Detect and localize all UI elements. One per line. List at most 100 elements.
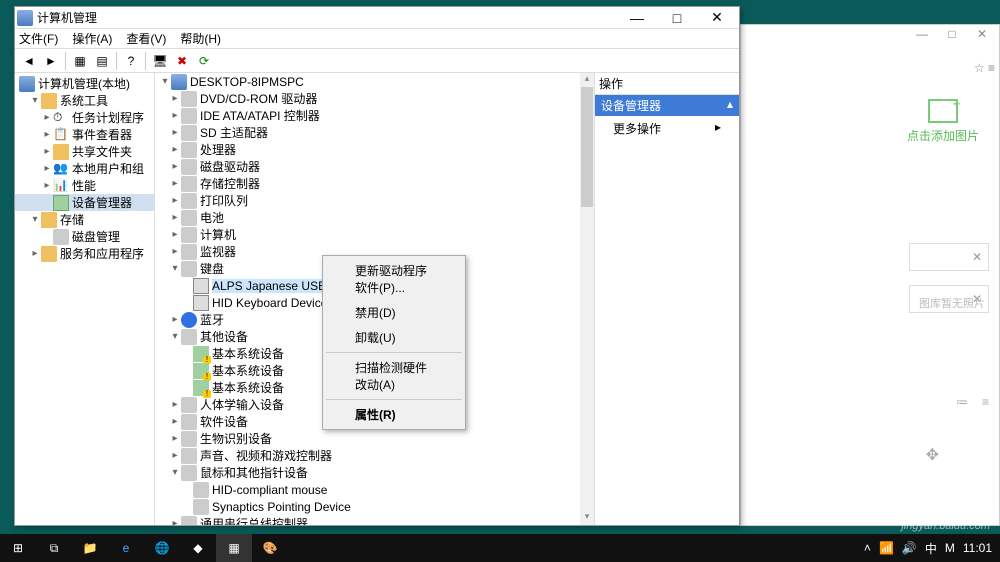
device-category[interactable]: ▸SD 主适配器 [155, 124, 594, 141]
clock[interactable]: 11:01 [963, 541, 992, 555]
browser-close[interactable]: ✕ [967, 27, 997, 45]
folder-icon [41, 93, 57, 109]
ime-chinese-icon[interactable]: 中 [925, 540, 937, 557]
show-hide-tree-button[interactable]: ▦ [70, 51, 90, 71]
ctx-update-driver[interactable]: 更新驱动程序软件(P)... [325, 258, 463, 300]
tree-device-manager[interactable]: 设备管理器 [15, 194, 154, 211]
menu-file[interactable]: 文件(F) [19, 30, 58, 47]
numbered-list-icon[interactable]: ≔ [956, 395, 968, 409]
device-icon [193, 380, 209, 396]
input-field-1[interactable]: ✕ [909, 243, 989, 271]
bullet-list-icon[interactable]: ≡ [982, 395, 989, 409]
device-category[interactable]: ▸IDE ATA/ATAPI 控制器 [155, 107, 594, 124]
ctx-disable[interactable]: 禁用(D) [325, 300, 463, 325]
device-category[interactable]: ▾鼠标和其他指针设备 [155, 464, 594, 481]
ctx-uninstall[interactable]: 卸载(U) [325, 325, 463, 350]
tree-shared-folders[interactable]: ▸共享文件夹 [15, 143, 154, 160]
device-category[interactable]: ▸存储控制器 [155, 175, 594, 192]
device-icon [181, 397, 197, 413]
scan-button[interactable]: 🖥 [150, 51, 170, 71]
clock-icon: ⏱ [53, 110, 69, 126]
device-root[interactable]: ▾DESKTOP-8IPMSPC [155, 73, 594, 90]
device-category[interactable]: ▸处理器 [155, 141, 594, 158]
scroll-down-icon[interactable]: ▾ [580, 511, 594, 525]
tree-performance[interactable]: ▸📊性能 [15, 177, 154, 194]
scroll-up-icon[interactable]: ▴ [580, 73, 594, 87]
chrome-icon[interactable]: 🌐 [144, 534, 180, 562]
actions-header: 操作 [595, 73, 739, 95]
device-icon [181, 312, 197, 328]
submenu-icon: ▸ [715, 120, 721, 137]
browser-window-controls: — □ ✕ [907, 27, 997, 45]
folder-icon [41, 212, 57, 228]
device-mouse[interactable]: Synaptics Pointing Device [155, 498, 594, 515]
watermark: Baidu 经验 jingyan.baidu.com [901, 503, 990, 532]
browser-maximize[interactable]: □ [937, 27, 967, 45]
ctx-properties[interactable]: 属性(R) [325, 402, 463, 427]
device-category[interactable]: ▸DVD/CD-ROM 驱动器 [155, 90, 594, 107]
start-button[interactable]: ⊞ [0, 534, 36, 562]
tree-disk-mgmt[interactable]: 磁盘管理 [15, 228, 154, 245]
actions-selected[interactable]: 设备管理器▴ [595, 95, 739, 116]
system-tray[interactable]: ˄ 📶 🔊 中 M 11:01 [864, 540, 1000, 557]
tree-storage[interactable]: ▾存储 [15, 211, 154, 228]
minimize-button[interactable]: — [617, 7, 657, 29]
taskbar[interactable]: ⊞ ⧉ 📁 e 🌐 ◆ ▦ 🎨 ˄ 📶 🔊 中 M 11:01 [0, 534, 1000, 562]
edge-icon[interactable]: e [108, 534, 144, 562]
device-category[interactable]: ▸通用串行总线控制器 [155, 515, 594, 525]
tray-up-icon[interactable]: ˄ [864, 541, 871, 555]
ime-mode-icon[interactable]: M [945, 541, 955, 555]
help-button[interactable]: ? [121, 51, 141, 71]
refresh-button[interactable]: ⟳ [194, 51, 214, 71]
device-category[interactable]: ▸生物识别设备 [155, 430, 594, 447]
volume-icon[interactable]: 🔊 [902, 541, 917, 555]
mmc-taskbar-icon[interactable]: ▦ [216, 534, 252, 562]
browser-window: — □ ✕ ☆ ≡ 点击添加图片 ✕ ✕ 图库暂无照片 ≔ ≡ ✥ [740, 24, 1000, 526]
device-category[interactable]: ▸电池 [155, 209, 594, 226]
device-category[interactable]: ▸磁盘驱动器 [155, 158, 594, 175]
collapse-icon[interactable]: ▴ [727, 97, 733, 114]
explorer-icon[interactable]: 📁 [72, 534, 108, 562]
menu-help[interactable]: 帮助(H) [180, 30, 221, 47]
device-category[interactable]: ▸计算机 [155, 226, 594, 243]
device-category[interactable]: ▸打印队列 [155, 192, 594, 209]
tree-event-viewer[interactable]: ▸📋事件查看器 [15, 126, 154, 143]
app-icon-1[interactable]: ◆ [180, 534, 216, 562]
properties-button[interactable]: ▤ [92, 51, 112, 71]
back-button[interactable]: ◄ [19, 51, 39, 71]
device-icon [181, 142, 197, 158]
menu-action[interactable]: 操作(A) [72, 30, 112, 47]
device-icon [181, 431, 197, 447]
menu-view[interactable]: 查看(V) [126, 30, 166, 47]
task-view-button[interactable]: ⧉ [36, 534, 72, 562]
tree-services[interactable]: ▸服务和应用程序 [15, 245, 154, 262]
tree-root[interactable]: 计算机管理(本地) [15, 75, 154, 92]
wifi-icon[interactable]: 📶 [879, 541, 894, 555]
delete-icon[interactable]: ✕ [972, 250, 982, 264]
device-mouse[interactable]: HID-compliant mouse [155, 481, 594, 498]
uninstall-button[interactable]: ✖ [172, 51, 192, 71]
device-category[interactable]: ▸声音、视频和游戏控制器 [155, 447, 594, 464]
move-handle-icon[interactable]: ✥ [926, 445, 939, 465]
browser-minimize[interactable]: — [907, 27, 937, 45]
device-icon [193, 346, 209, 362]
console-tree[interactable]: 计算机管理(本地) ▾系统工具 ▸⏱任务计划程序 ▸📋事件查看器 ▸共享文件夹 … [15, 73, 155, 525]
device-icon [193, 363, 209, 379]
device-icon [181, 125, 197, 141]
device-icon [181, 227, 197, 243]
ctx-scan-hardware[interactable]: 扫描检测硬件改动(A) [325, 355, 463, 397]
tree-local-users[interactable]: ▸👥本地用户和组 [15, 160, 154, 177]
close-button[interactable]: ✕ [697, 7, 737, 29]
paint-icon[interactable]: 🎨 [252, 534, 288, 562]
scrollbar-thumb[interactable] [581, 87, 593, 207]
maximize-button[interactable]: □ [657, 7, 697, 29]
bookmark-star-icon[interactable]: ☆ ≡ [974, 61, 995, 75]
tree-task-scheduler[interactable]: ▸⏱任务计划程序 [15, 109, 154, 126]
add-image-dropzone[interactable]: 点击添加图片 [907, 99, 979, 144]
scrollbar[interactable]: ▴ ▾ [580, 73, 594, 525]
tree-system-tools[interactable]: ▾系统工具 [15, 92, 154, 109]
forward-button[interactable]: ► [41, 51, 61, 71]
actions-more[interactable]: 更多操作▸ [595, 116, 739, 141]
app-icon [17, 10, 33, 26]
titlebar[interactable]: 计算机管理 — □ ✕ [15, 7, 739, 29]
